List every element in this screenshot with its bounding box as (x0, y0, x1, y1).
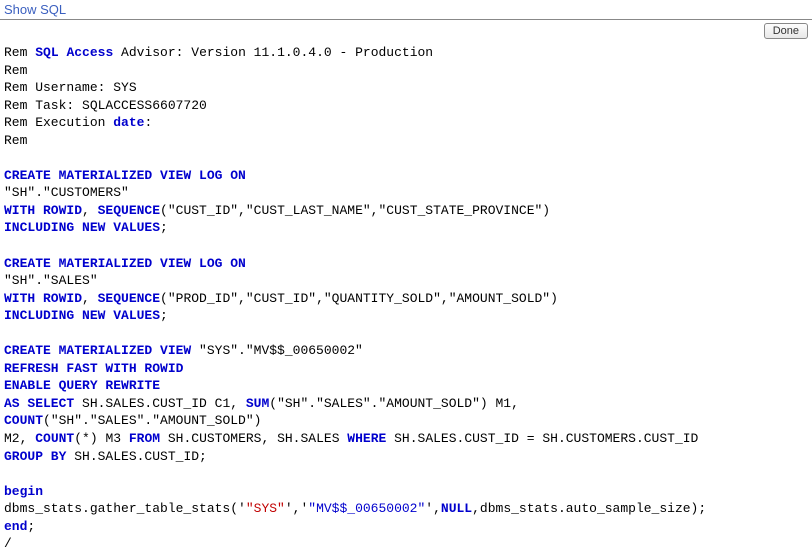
rem-exec-pre: Rem Execution (4, 115, 113, 130)
null-kw: NULL (441, 501, 472, 516)
mvlog2-table: "SH"."SALES" (4, 273, 98, 288)
rem-sql: SQL (35, 45, 58, 60)
sys-lit: "SYS" (246, 501, 285, 516)
rem-user: Rem Username: SYS (4, 80, 137, 95)
mvlog1-cols: ("CUST_ID","CUST_LAST_NAME","CUST_STATE_… (160, 203, 550, 218)
begin-kw: begin (4, 484, 43, 499)
mv-lit: "MV$$_00650002" (308, 501, 425, 516)
comma1: , (82, 203, 98, 218)
done-button[interactable]: Done (764, 23, 808, 39)
rem-date-kw: date (113, 115, 144, 130)
button-bar: Done (0, 20, 812, 42)
count-arg: ("SH"."SALES"."AMOUNT_SOLD") (43, 413, 261, 428)
mvlog2-seq: SEQUENCE (98, 291, 160, 306)
where-cond: SH.SALES.CUST_ID = SH.CUSTOMERS.CUST_ID (386, 431, 698, 446)
mvlog2-incl: INCLUDING NEW VALUES (4, 308, 160, 323)
where-kw: WHERE (347, 431, 386, 446)
mv-refresh: REFRESH FAST WITH ROWID (4, 361, 183, 376)
mv-enableqr: ENABLE QUERY REWRITE (4, 378, 160, 393)
mvlog2-withrowid: WITH ROWID (4, 291, 82, 306)
rem-exec-post: : (144, 115, 152, 130)
mvlog1-seq: SEQUENCE (98, 203, 160, 218)
from-kw: FROM (129, 431, 160, 446)
gather-end: ,dbms_stats.auto_sample_size); (472, 501, 706, 516)
countstar: (*) M3 (74, 431, 129, 446)
mv-asselect: AS SELECT (4, 396, 74, 411)
rem-blank: Rem (4, 63, 35, 78)
semi2: ; (160, 308, 168, 323)
rem-last: Rem (4, 133, 27, 148)
semi3: ; (27, 519, 35, 534)
rem-access: Access (66, 45, 113, 60)
rem-advisor: Advisor: Version 11.1.0.4.0 - Production (113, 45, 433, 60)
gather-tail: ', (425, 501, 441, 516)
count-kw: COUNT (4, 413, 43, 428)
sum-arg: ("SH"."SALES"."AMOUNT_SOLD") M1, (269, 396, 519, 411)
groupby-col: SH.SALES.CUST_ID; (66, 449, 206, 464)
sql-code-block: Rem SQL Access Advisor: Version 11.1.0.4… (0, 42, 812, 555)
gather-pre: dbms_stats.gather_table_stats(' (4, 501, 246, 516)
qcommaq: ',' (285, 501, 308, 516)
from-tbl: SH.CUSTOMERS, SH.SALES (160, 431, 347, 446)
sum-kw: SUM (246, 396, 269, 411)
sel1: SH.SALES.CUST_ID C1, (74, 396, 246, 411)
end-kw: end (4, 519, 27, 534)
mvlog1-incl: INCLUDING NEW VALUES (4, 220, 160, 235)
page-title: Show SQL (0, 0, 812, 20)
groupby-kw: GROUP BY (4, 449, 66, 464)
mv-create: CREATE MATERIALIZED VIEW (4, 343, 191, 358)
mvlog2-cols: ("PROD_ID","CUST_ID","QUANTITY_SOLD","AM… (160, 291, 558, 306)
mvlog1-table: "SH"."CUSTOMERS" (4, 185, 129, 200)
mv-name: "SYS"."MV$$_00650002" (191, 343, 363, 358)
rem-task: Rem Task: SQLACCESS6607720 (4, 98, 207, 113)
mvlog2-create: CREATE MATERIALIZED VIEW LOG ON (4, 256, 246, 271)
comma2: , (82, 291, 98, 306)
count2-kw: COUNT (35, 431, 74, 446)
rem-line: Rem (4, 45, 35, 60)
semi1: ; (160, 220, 168, 235)
slash: / (4, 536, 12, 551)
mvlog1-create: CREATE MATERIALIZED VIEW LOG ON (4, 168, 246, 183)
m2: M2, (4, 431, 35, 446)
mvlog1-withrowid: WITH ROWID (4, 203, 82, 218)
